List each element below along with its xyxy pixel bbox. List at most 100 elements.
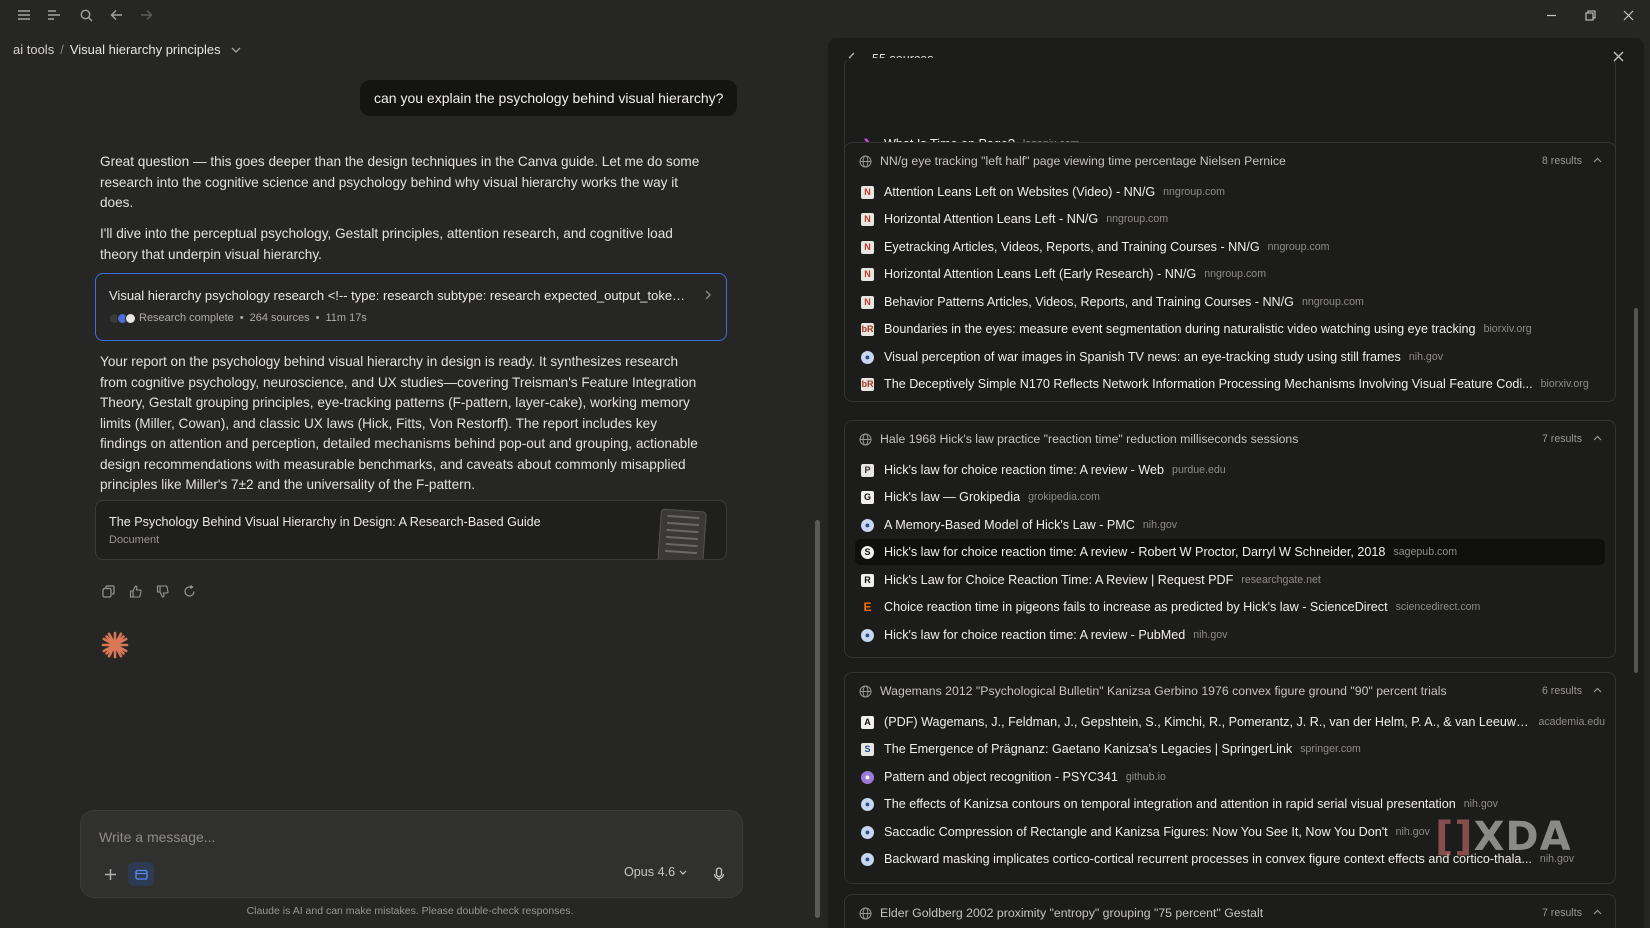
source-title: Horizontal Attention Leans Left (Early R… <box>884 267 1197 281</box>
source-title: Saccadic Compression of Rectangle and Ka… <box>884 825 1388 839</box>
source-group-header[interactable]: NN/g eye tracking "left half" page viewi… <box>845 143 1615 179</box>
chat-scrollbar[interactable] <box>815 520 820 918</box>
retry-icon[interactable] <box>181 583 198 600</box>
source-title: Hick's law for choice reaction time: A r… <box>884 545 1386 559</box>
forward-arrow-icon[interactable] <box>135 4 157 26</box>
back-arrow-icon[interactable] <box>105 4 127 26</box>
globe-icon <box>859 433 872 446</box>
copy-icon[interactable] <box>100 583 117 600</box>
source-title: The effects of Kanizsa contours on tempo… <box>884 797 1456 811</box>
document-thumbnail <box>657 508 707 559</box>
research-card[interactable]: Visual hierarchy psychology research <!-… <box>95 273 727 341</box>
chat-title[interactable]: Visual hierarchy principles <box>70 42 221 57</box>
assistant-paragraph: I'll dive into the perceptual psychology… <box>100 226 673 262</box>
source-title: Hick's law — Grokipedia <box>884 490 1021 504</box>
source-domain: nngroup.com <box>1106 213 1169 225</box>
source-title: Attention Leans Left on Websites (Video)… <box>884 185 1156 199</box>
source-title: Boundaries in the eyes: measure event se… <box>884 322 1476 336</box>
research-status: Research complete <box>139 312 234 324</box>
source-item[interactable]: E Choice reaction time in pigeons fails t… <box>855 594 1605 620</box>
academia-icon: A <box>861 715 874 729</box>
source-item[interactable]: G Hick's law — Grokipedia grokipedia.com <box>855 484 1605 510</box>
source-item[interactable]: ● Visual perception of war images in Span… <box>855 344 1605 370</box>
assistant-summary: Your report on the psychology behind vis… <box>100 354 698 492</box>
search-icon[interactable] <box>75 4 97 26</box>
chevron-up-icon <box>1593 154 1602 166</box>
source-title: Behavior Patterns Articles, Videos, Repo… <box>884 295 1294 309</box>
source-domain: nih.gov <box>1142 519 1178 531</box>
globe-icon <box>859 907 872 920</box>
source-item[interactable]: bR The Deceptively Simple N170 Reflects N… <box>855 371 1605 397</box>
chevron-up-icon <box>1593 906 1602 918</box>
source-group: Hale 1968 Hick's law practice "reaction … <box>844 420 1616 658</box>
add-attachment-icon[interactable] <box>99 863 121 885</box>
source-item[interactable]: N Attention Leans Left on Websites (Video… <box>855 179 1605 205</box>
source-domain: nngroup.com <box>1204 268 1267 280</box>
source-item[interactable]: N Eyetracking Articles, Videos, Reports, … <box>855 234 1605 260</box>
source-item[interactable]: A (PDF) Wagemans, J., Feldman, J., Gepsht… <box>855 709 1605 735</box>
minimize-icon[interactable] <box>1540 4 1562 26</box>
chevron-up-icon <box>1593 432 1602 444</box>
breadcrumb-separator: / <box>60 42 64 57</box>
source-domain: springer.com <box>1300 743 1361 755</box>
source-title: The Emergence of Prägnanz: Gaetano Kaniz… <box>884 742 1293 756</box>
user-message: can you explain the psychology behind vi… <box>360 80 738 116</box>
model-name: Opus 4.6 <box>624 865 676 879</box>
sources-panel: 55 sources ❯ What Is Time on Page? logan… <box>828 38 1644 928</box>
source-item[interactable]: N Horizontal Attention Leans Left (Early … <box>855 261 1605 287</box>
search-query: Hale 1968 Hick's law practice "reaction … <box>880 432 1299 446</box>
source-domain: sciencedirect.com <box>1395 601 1481 613</box>
search-query: Elder Goldberg 2002 proximity "entropy" … <box>880 906 1264 920</box>
close-window-icon[interactable] <box>1617 4 1639 26</box>
document-card[interactable]: The Psychology Behind Visual Hierarchy i… <box>95 500 727 560</box>
disclaimer: Claude is AI and can make mistakes. Plea… <box>246 905 574 917</box>
model-selector[interactable]: Opus 4.6 <box>624 865 687 879</box>
source-item[interactable]: bR Boundaries in the eyes: measure event … <box>855 316 1605 342</box>
breadcrumb-project[interactable]: ai tools <box>13 42 54 57</box>
source-title: Horizontal Attention Leans Left - NN/G <box>884 212 1099 226</box>
source-item-hovered[interactable]: S Hick's law for choice reaction time: A … <box>855 539 1605 565</box>
source-item[interactable]: ● Pattern and object recognition - PSYC34… <box>855 764 1605 790</box>
microphone-icon[interactable] <box>708 863 730 885</box>
sidebar-toggle-icon[interactable] <box>43 4 65 26</box>
menu-icon[interactable] <box>13 4 35 26</box>
source-title: (PDF) Wagemans, J., Feldman, J., Gepshte… <box>884 715 1531 729</box>
source-item[interactable]: P Hick's law for choice reaction time: A … <box>855 457 1605 483</box>
source-item[interactable]: N Horizontal Attention Leans Left - NN/G n… <box>855 206 1605 232</box>
meta-dot: • <box>315 312 320 324</box>
message-input[interactable]: Write a message... <box>99 829 215 845</box>
chevron-down-icon[interactable] <box>231 42 241 57</box>
source-group-header[interactable]: Elder Goldberg 2002 proximity "entropy" … <box>845 895 1615 928</box>
springer-icon: S <box>861 742 874 756</box>
source-domain: nih.gov <box>1395 826 1430 838</box>
source-item[interactable]: N Behavior Patterns Articles, Videos, Rep… <box>855 289 1605 315</box>
github-icon: ● <box>861 770 874 784</box>
meta-dot: • <box>239 312 244 324</box>
title-bar <box>0 0 1650 30</box>
thumbs-up-icon[interactable] <box>127 583 144 600</box>
biorxiv-icon: bR <box>861 322 874 336</box>
sources-scrollbar[interactable] <box>1634 308 1638 673</box>
source-title: Hick's law for choice reaction time: A r… <box>884 628 1186 642</box>
source-title: Hick's law for choice reaction time: A r… <box>884 463 1165 477</box>
research-tool-icon[interactable] <box>128 862 154 886</box>
sciencedirect-icon: E <box>863 600 872 614</box>
message-composer[interactable]: Write a message... Opus 4.6 <box>80 810 743 898</box>
source-item[interactable]: S The Emergence of Prägnanz: Gaetano Kani… <box>855 736 1605 762</box>
restore-icon[interactable] <box>1579 4 1601 26</box>
source-item[interactable]: R Hick's Law for Choice Reaction Time: A … <box>855 567 1605 593</box>
source-group-header[interactable]: Hale 1968 Hick's law practice "reaction … <box>845 421 1615 457</box>
nngroup-icon: N <box>861 240 874 254</box>
research-duration: 11m 17s <box>325 312 367 324</box>
globe-icon <box>859 685 872 698</box>
source-group: Elder Goldberg 2002 proximity "entropy" … <box>844 894 1616 928</box>
source-item[interactable]: ● A Memory-Based Model of Hick's Law - PM… <box>855 512 1605 538</box>
message-actions <box>100 583 198 600</box>
nih-icon: ● <box>861 797 874 811</box>
source-domain: nih.gov <box>1193 629 1228 641</box>
source-title: A Memory-Based Model of Hick's Law - PMC <box>884 518 1135 532</box>
source-group-header[interactable]: Wagemans 2012 "Psychological Bulletin" K… <box>845 673 1615 709</box>
result-count: 8 results <box>1541 155 1582 167</box>
source-item[interactable]: ● Hick's law for choice reaction time: A … <box>855 622 1605 648</box>
thumbs-down-icon[interactable] <box>154 583 171 600</box>
